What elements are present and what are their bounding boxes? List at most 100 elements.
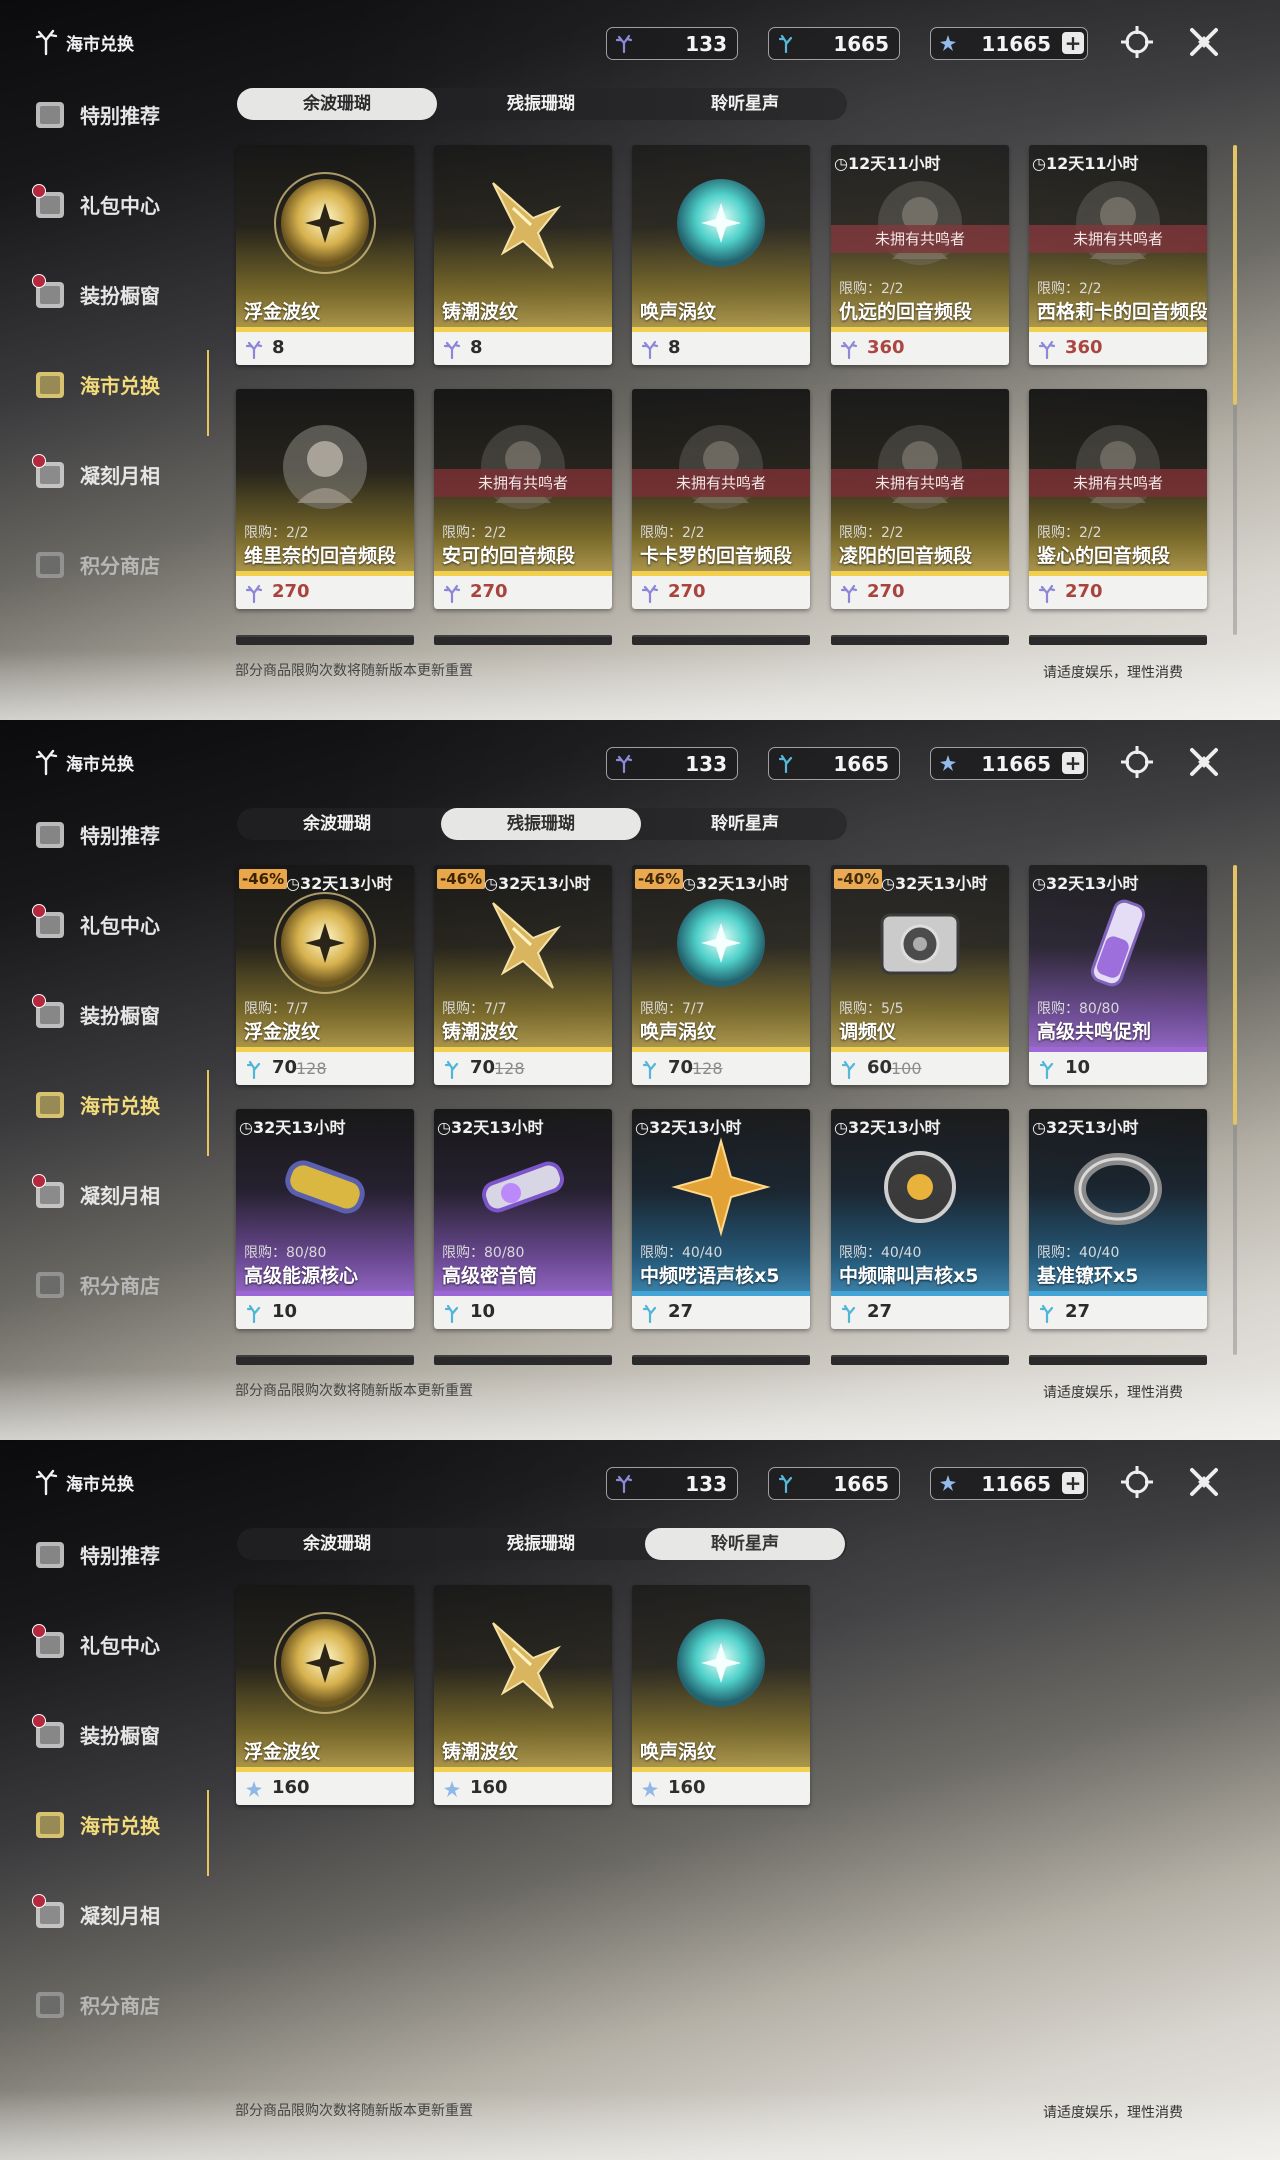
- guide-icon[interactable]: [1119, 1464, 1155, 1500]
- add-currency-button[interactable]: +: [1062, 752, 1084, 774]
- sidebar-item-1[interactable]: 特别推荐: [30, 90, 200, 138]
- guide-icon[interactable]: [1119, 24, 1155, 60]
- timer-label: ◷32天13小时: [286, 874, 393, 893]
- tab-3[interactable]: 聆听星声: [645, 1528, 845, 1560]
- character-portrait-icon: [860, 163, 980, 283]
- sidebar-item-4[interactable]: 海市兑换: [30, 360, 200, 408]
- tab-1[interactable]: 余波珊瑚: [237, 808, 437, 840]
- notification-dot: [32, 1624, 46, 1638]
- sidebar-item-6[interactable]: 积分商店: [30, 1260, 200, 1308]
- oscillated-coral-icon: [442, 1059, 462, 1080]
- close-icon[interactable]: [1186, 744, 1222, 780]
- oscillated-coral-icon: [246, 1060, 261, 1080]
- item-name: 仇远的回音频段: [839, 301, 973, 323]
- sidebar-item-1[interactable]: 特别推荐: [30, 1530, 200, 1578]
- shop-item-card[interactable]: -46% ◷32天13小时 限购：7/7 唤声涡纹 70 128: [632, 865, 810, 1085]
- purchase-limit: 限购：40/40: [640, 1245, 723, 1261]
- scrollbar-thumb[interactable]: [1233, 865, 1237, 1125]
- shop-item-card[interactable]: ◷32天13小时 限购：80/80 高级共鸣促剂 10: [1029, 865, 1207, 1085]
- purchase-limit: 限购：2/2: [442, 525, 507, 541]
- shop-item-card[interactable]: 未拥有共鸣者 限购：2/2 凌阳的回音频段 270: [831, 389, 1009, 609]
- price-bar: 10: [236, 1296, 414, 1329]
- tab-2[interactable]: 残振珊瑚: [441, 88, 641, 120]
- gold-blade-icon: [492, 182, 562, 269]
- sidebar-icon: [30, 904, 70, 944]
- star-sound-icon: [246, 1781, 262, 1797]
- shop-item-card[interactable]: 铸潮波纹 8: [434, 145, 612, 365]
- sidebar-item-label: 海市兑换: [80, 1813, 160, 1838]
- sealed-tube-icon: [482, 1161, 564, 1213]
- brand-title: 海市兑换: [66, 34, 134, 55]
- oscillated-coral-icon: [839, 1059, 859, 1080]
- character-portrait-icon: [878, 181, 962, 265]
- currency-star-sound-icon: [938, 33, 960, 55]
- shop-item-card[interactable]: 浮金波纹 160: [236, 1585, 414, 1805]
- shop-item-card[interactable]: ◷32天13小时 限购：80/80 高级能源核心 10: [236, 1109, 414, 1329]
- price-value: 70: [668, 1057, 694, 1078]
- sidebar-icon: [30, 94, 70, 134]
- tab-3[interactable]: 聆听星声: [645, 808, 845, 840]
- shop-item-card[interactable]: 限购：2/2 维里奈的回音频段 270: [236, 389, 414, 609]
- price-bar: 270: [236, 576, 414, 609]
- shop-panel-3: 海市兑换 特别推荐 礼包中心 装扮橱窗 海市兑换 凝刻月相 积分商店 133 1665 11665…: [0, 1440, 1280, 2160]
- guide-icon[interactable]: [1119, 744, 1155, 780]
- tab-1[interactable]: 余波珊瑚: [237, 1528, 437, 1560]
- shop-item-card[interactable]: 唤声涡纹 160: [632, 1585, 810, 1805]
- shop-item-card[interactable]: ◷32天13小时 限购：40/40 中频呓语声核x5 27: [632, 1109, 810, 1329]
- shop-item-card[interactable]: -40% ◷32天13小时 限购：5/5 调频仪 60 100: [831, 865, 1009, 1085]
- oscillated-coral-icon: [841, 1304, 856, 1324]
- sidebar-item-5[interactable]: 凝刻月相: [30, 1890, 200, 1938]
- coral-icon: [244, 583, 264, 604]
- tab-2[interactable]: 残振珊瑚: [441, 808, 641, 840]
- shop-item-card[interactable]: 未拥有共鸣者 限购：2/2 安可的回音频段 270: [434, 389, 612, 609]
- scrollbar-thumb[interactable]: [1233, 145, 1237, 405]
- sidebar-item-4[interactable]: 海市兑换: [30, 1080, 200, 1128]
- shop-item-card[interactable]: ◷32天13小时 限购：80/80 高级密音筒 10: [434, 1109, 612, 1329]
- star-core-icon: [661, 1127, 781, 1247]
- sidebar-item-4[interactable]: 海市兑换: [30, 1800, 200, 1848]
- character-portrait-icon: [265, 407, 385, 527]
- purchase-limit: 限购：40/40: [839, 1245, 922, 1261]
- sidebar-item-6[interactable]: 积分商店: [30, 540, 200, 588]
- shop-item-card[interactable]: 铸潮波纹 160: [434, 1585, 612, 1805]
- shop-item-card[interactable]: -46% ◷32天13小时 限购：7/7 铸潮波纹 70 128: [434, 865, 612, 1085]
- tab-3[interactable]: 聆听星声: [645, 88, 845, 120]
- sidebar-item-5[interactable]: 凝刻月相: [30, 1170, 200, 1218]
- shop-item-card[interactable]: ◷32天13小时 限购：40/40 基准镣环x5 27: [1029, 1109, 1207, 1329]
- shop-item-card[interactable]: 未拥有共鸣者 ◷12天11小时 限购：2/2 西格莉卡的回音频段 360: [1029, 145, 1207, 365]
- sidebar-item-2[interactable]: 礼包中心: [30, 180, 200, 228]
- panel-bottom-glow: [0, 1370, 1280, 1440]
- shop-item-card[interactable]: 未拥有共鸣者 ◷12天11小时 限购：2/2 仇远的回音频段 360: [831, 145, 1009, 365]
- coral-icon: [443, 584, 461, 604]
- add-currency-button[interactable]: +: [1062, 32, 1084, 54]
- unowned-banner: 未拥有共鸣者: [831, 469, 1009, 497]
- shop-item-card[interactable]: 未拥有共鸣者 限购：2/2 卡卡罗的回音频段 270: [632, 389, 810, 609]
- add-currency-button[interactable]: +: [1062, 1472, 1084, 1494]
- shop-item-card[interactable]: -46% ◷32天13小时 限购：7/7 浮金波纹 70 128: [236, 865, 414, 1085]
- sidebar-item-1[interactable]: 特别推荐: [30, 810, 200, 858]
- sidebar-item-3[interactable]: 装扮橱窗: [30, 270, 200, 318]
- close-icon[interactable]: [1186, 24, 1222, 60]
- sidebar-item-5[interactable]: 凝刻月相: [30, 450, 200, 498]
- shop-screenshots: 海市兑换 特别推荐 礼包中心 装扮橱窗 海市兑换 凝刻月相 积分商店 133 1665 11665…: [0, 0, 1280, 2160]
- sidebar-item-2[interactable]: 礼包中心: [30, 900, 200, 948]
- tab-2[interactable]: 残振珊瑚: [441, 1528, 641, 1560]
- coral-icon: [1038, 340, 1056, 360]
- tab-bar: 余波珊瑚 残振珊瑚 聆听星声: [237, 1528, 847, 1560]
- ring-icon: [1074, 1153, 1162, 1225]
- shop-item-card[interactable]: ◷32天13小时 限购：40/40 中频啸叫声核x5 27: [831, 1109, 1009, 1329]
- price-value: 360: [1065, 337, 1103, 358]
- shop-item-card[interactable]: 唤声涡纹 8: [632, 145, 810, 365]
- sidebar-item-6[interactable]: 积分商店: [30, 1980, 200, 2028]
- tab-1[interactable]: 余波珊瑚: [237, 88, 437, 120]
- shop-item-card[interactable]: 未拥有共鸣者 限购：2/2 鉴心的回音频段 270: [1029, 389, 1207, 609]
- sidebar-item-3[interactable]: 装扮橱窗: [30, 990, 200, 1038]
- price-value: 27: [867, 1301, 893, 1322]
- sidebar-item-label: 积分商店: [80, 1993, 160, 2018]
- purchase-limit: 限购：7/7: [244, 1001, 309, 1017]
- purchase-limit: 限购：7/7: [442, 1001, 507, 1017]
- close-icon[interactable]: [1186, 1464, 1222, 1500]
- shop-item-card[interactable]: 浮金波纹 8: [236, 145, 414, 365]
- sidebar-item-2[interactable]: 礼包中心: [30, 1620, 200, 1668]
- sidebar-item-3[interactable]: 装扮橱窗: [30, 1710, 200, 1758]
